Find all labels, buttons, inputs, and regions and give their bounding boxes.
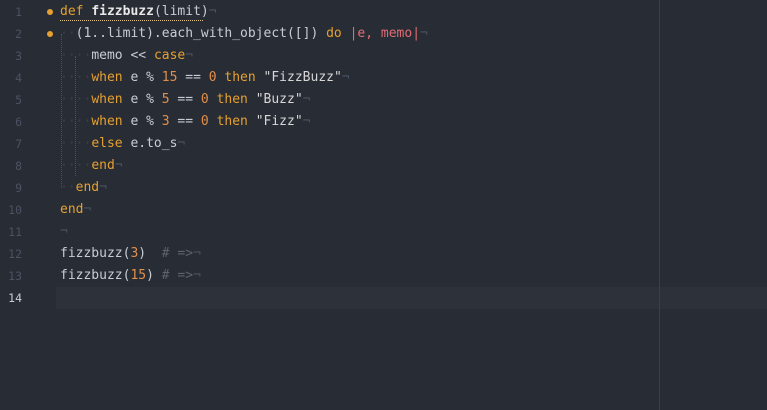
code-token: "FizzBuzz": [255, 70, 342, 85]
code-line[interactable]: ¬: [60, 221, 767, 243]
eol-marker: ¬: [83, 202, 92, 217]
line-number[interactable]: 8: [0, 155, 22, 177]
code-token: else: [91, 136, 123, 151]
code-token: fizzbuzz(: [60, 268, 131, 283]
code-token: ==: [177, 70, 209, 85]
code-token: e %: [122, 114, 162, 129]
whitespace-marker: ··: [60, 26, 76, 41]
whitespace-marker: [209, 114, 217, 129]
code-token: fizzbuzz: [91, 4, 154, 19]
code-line[interactable]: ····else e.to_s¬: [60, 133, 767, 155]
code-line[interactable]: ··end¬: [60, 177, 767, 199]
line-number[interactable]: 9: [0, 177, 22, 199]
whitespace-marker: ··: [60, 180, 76, 195]
code-token: then: [216, 114, 248, 129]
code-token: ==: [169, 114, 201, 129]
line-number[interactable]: 13: [0, 265, 22, 287]
code-token: 15: [161, 70, 178, 85]
code-token: memo <<: [91, 48, 154, 63]
eol-marker: ¬: [177, 136, 186, 151]
line-number[interactable]: 1: [0, 1, 22, 23]
code-line[interactable]: fizzbuzz(15) # =>¬: [60, 265, 767, 287]
code-token: def: [60, 4, 84, 19]
eol-marker: ¬: [185, 48, 194, 63]
indent-guide: [61, 34, 62, 188]
eol-marker: ¬: [208, 4, 217, 19]
code-line[interactable]: ····when e % 3 == 0 then "Fizz"¬: [60, 111, 767, 133]
code-token: end: [60, 202, 84, 217]
line-number[interactable]: 14: [0, 287, 22, 309]
code-token: e %: [122, 70, 162, 85]
code-token: ): [138, 246, 162, 261]
code-token: 3: [161, 114, 170, 129]
eol-marker: ¬: [193, 268, 201, 283]
whitespace-marker: [342, 26, 350, 41]
eol-marker: ¬: [60, 224, 68, 239]
code-token: (1..limit).each_with_object([]): [75, 26, 327, 41]
eol-marker: ¬: [302, 92, 311, 107]
code-line[interactable]: ··(1..limit).each_with_object([]) do |e,…: [60, 23, 767, 45]
code-token: 15: [130, 268, 147, 283]
indent-guide: [75, 56, 76, 176]
code-token: do: [326, 26, 342, 41]
line-number[interactable]: 4: [0, 67, 22, 89]
whitespace-marker: [209, 92, 217, 107]
wrap-guide: [659, 0, 660, 410]
code-token: end: [75, 180, 100, 195]
code-token: then: [216, 92, 248, 107]
code-token: 0: [200, 114, 209, 129]
code-token: 5: [161, 92, 170, 107]
code-token: when: [91, 92, 123, 107]
code-token: "Fizz": [247, 114, 303, 129]
eol-marker: ¬: [99, 180, 107, 195]
line-number[interactable]: 2: [0, 23, 22, 45]
code-token: 0: [208, 70, 217, 85]
code-token: e.to_s: [122, 136, 178, 151]
line-number[interactable]: 6: [0, 111, 22, 133]
eol-marker: ¬: [420, 26, 428, 41]
code-line[interactable]: fizzbuzz(3) # =>¬: [60, 243, 767, 265]
line-number[interactable]: 10: [0, 199, 22, 221]
code-token: (limit): [153, 4, 209, 19]
code-line[interactable]: ····memo << case¬: [60, 45, 767, 67]
line-number[interactable]: 3: [0, 45, 22, 67]
line-number[interactable]: 7: [0, 133, 22, 155]
eol-marker: ¬: [341, 70, 350, 85]
code-token: "Buzz": [247, 92, 303, 107]
code-token: ==: [169, 92, 201, 107]
code-token: 0: [200, 92, 209, 107]
code-token: # =>: [161, 246, 194, 261]
code-line[interactable]: [60, 287, 767, 309]
code-line[interactable]: ····end¬: [60, 155, 767, 177]
code-token: |e, memo|: [349, 26, 421, 41]
code-token: # =>: [161, 268, 194, 283]
code-line[interactable]: ····when e % 15 == 0 then "FizzBuzz"¬: [60, 67, 767, 89]
code-content[interactable]: def fizzbuzz(limit)¬ ··(1..limit).each_wi…: [60, 0, 767, 410]
line-number[interactable]: 5: [0, 89, 22, 111]
code-token: ): [146, 268, 162, 283]
line-number[interactable]: 12: [0, 243, 22, 265]
line-number-gutter[interactable]: 1 2 3 4 5 6 7 8 9 10 11 12 13 14: [0, 0, 53, 410]
code-token: when: [91, 70, 123, 85]
modified-line-marker: [47, 31, 53, 37]
line-number[interactable]: 11: [0, 221, 22, 243]
code-line[interactable]: ····when e % 5 == 0 then "Buzz"¬: [60, 89, 767, 111]
code-token: fizzbuzz(: [60, 246, 131, 261]
eol-marker: ¬: [193, 246, 201, 261]
matched-bracket-underline: [60, 20, 203, 21]
code-token: when: [91, 114, 123, 129]
modified-line-marker: [47, 9, 53, 15]
code-token: case: [153, 48, 186, 63]
eol-marker: ¬: [302, 114, 311, 129]
code-token: end: [91, 158, 115, 173]
code-editor[interactable]: 1 2 3 4 5 6 7 8 9 10 11 12 13 14 def fizzbuzz(limit)¬…: [0, 0, 767, 410]
code-line[interactable]: end¬: [60, 199, 767, 221]
code-token: then: [224, 70, 256, 85]
code-token: e %: [122, 92, 162, 107]
eol-marker: ¬: [114, 158, 123, 173]
